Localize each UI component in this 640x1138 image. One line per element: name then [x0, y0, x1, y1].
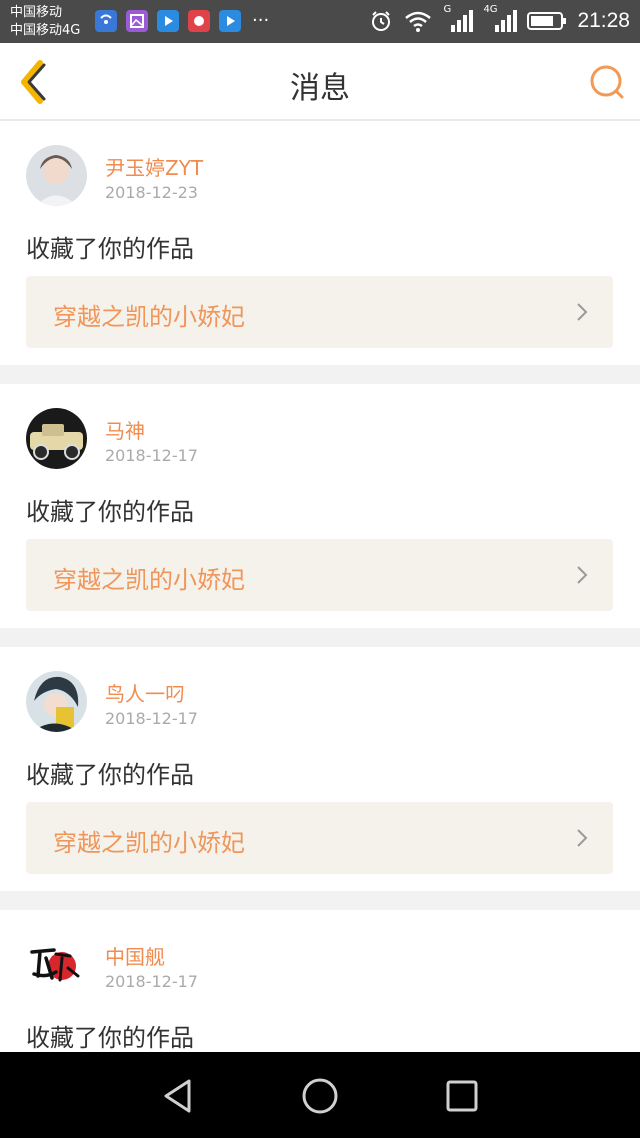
- clock: 21:28: [577, 9, 630, 32]
- work-link[interactable]: 穿越之凯的小娇妃: [26, 802, 613, 874]
- work-title: 穿越之凯的小娇妃: [53, 829, 245, 857]
- more-notifications-icon: ···: [252, 10, 270, 31]
- avatar[interactable]: [26, 408, 87, 469]
- message-action: 收藏了你的作品: [26, 235, 194, 263]
- message-card: 马神 2018-12-17 收藏了你的作品 穿越之凯的小娇妃: [0, 384, 640, 628]
- avatar[interactable]: [26, 671, 87, 732]
- message-card: 尹玉婷ZYT 2018-12-23 收藏了你的作品 穿越之凯的小娇妃: [0, 121, 640, 365]
- message-card: 鸟人一叼 2018-12-17 收藏了你的作品 穿越之凯的小娇妃: [0, 647, 640, 891]
- chevron-right-icon: [577, 303, 588, 321]
- carrier-info: 中国移动 中国移动4G: [10, 4, 80, 40]
- work-link[interactable]: 穿越之凯的小娇妃: [26, 539, 613, 611]
- search-button[interactable]: [586, 61, 628, 103]
- username[interactable]: 马神: [105, 415, 145, 444]
- avatar[interactable]: [26, 145, 87, 206]
- message-card: 中国舰 2018-12-17 收藏了你的作品: [0, 910, 640, 1052]
- system-status: G 4G 21:28: [369, 4, 630, 36]
- video-app-icon: [157, 10, 179, 32]
- carrier-2: 中国移动4G: [10, 23, 81, 38]
- username[interactable]: 鸟人一叼: [105, 678, 185, 707]
- chevron-right-icon: [577, 829, 588, 847]
- system-nav-bar: [0, 1052, 640, 1138]
- huawei-app-icon: [188, 10, 210, 32]
- app-header: 消息: [0, 43, 640, 121]
- signal-icon-1: G: [443, 4, 474, 34]
- message-date: 2018-12-17: [105, 972, 198, 991]
- chevron-right-icon: [577, 566, 588, 584]
- message-date: 2018-12-23: [105, 183, 198, 202]
- carrier-1: 中国移动: [10, 5, 63, 20]
- nav-recents-button[interactable]: [442, 1076, 482, 1116]
- status-bar: 中国移动 中国移动4G ··· G 4G 21:28: [0, 0, 640, 43]
- gallery-app-icon: [126, 10, 148, 32]
- username[interactable]: 中国舰: [105, 941, 165, 970]
- player-app-icon: [219, 10, 241, 32]
- page-title: 消息: [290, 71, 350, 106]
- message-date: 2018-12-17: [105, 709, 198, 728]
- circle-home-icon: [302, 1078, 338, 1114]
- avatar[interactable]: [26, 934, 87, 995]
- message-action: 收藏了你的作品: [26, 498, 194, 526]
- square-recents-icon: [446, 1080, 478, 1112]
- alarm-icon: [372, 11, 391, 31]
- wifi-app-icon: [95, 10, 117, 32]
- message-list[interactable]: 尹玉婷ZYT 2018-12-23 收藏了你的作品 穿越之凯的小娇妃 马神 20…: [0, 121, 640, 1052]
- work-title: 穿越之凯的小娇妃: [53, 566, 245, 594]
- work-link[interactable]: 穿越之凯的小娇妃: [26, 276, 613, 348]
- nav-back-button[interactable]: [158, 1076, 198, 1116]
- signal-icon-2: 4G: [483, 4, 518, 34]
- message-action: 收藏了你的作品: [26, 1024, 194, 1052]
- battery-icon: [527, 12, 567, 30]
- search-icon: [590, 65, 624, 99]
- notification-icons: ···: [95, 10, 269, 32]
- username[interactable]: 尹玉婷ZYT: [105, 152, 203, 181]
- wifi-icon: [405, 11, 432, 32]
- triangle-back-icon: [164, 1079, 191, 1113]
- work-title: 穿越之凯的小娇妃: [53, 303, 245, 331]
- nav-home-button[interactable]: [300, 1076, 340, 1116]
- message-action: 收藏了你的作品: [26, 761, 194, 789]
- message-date: 2018-12-17: [105, 446, 198, 465]
